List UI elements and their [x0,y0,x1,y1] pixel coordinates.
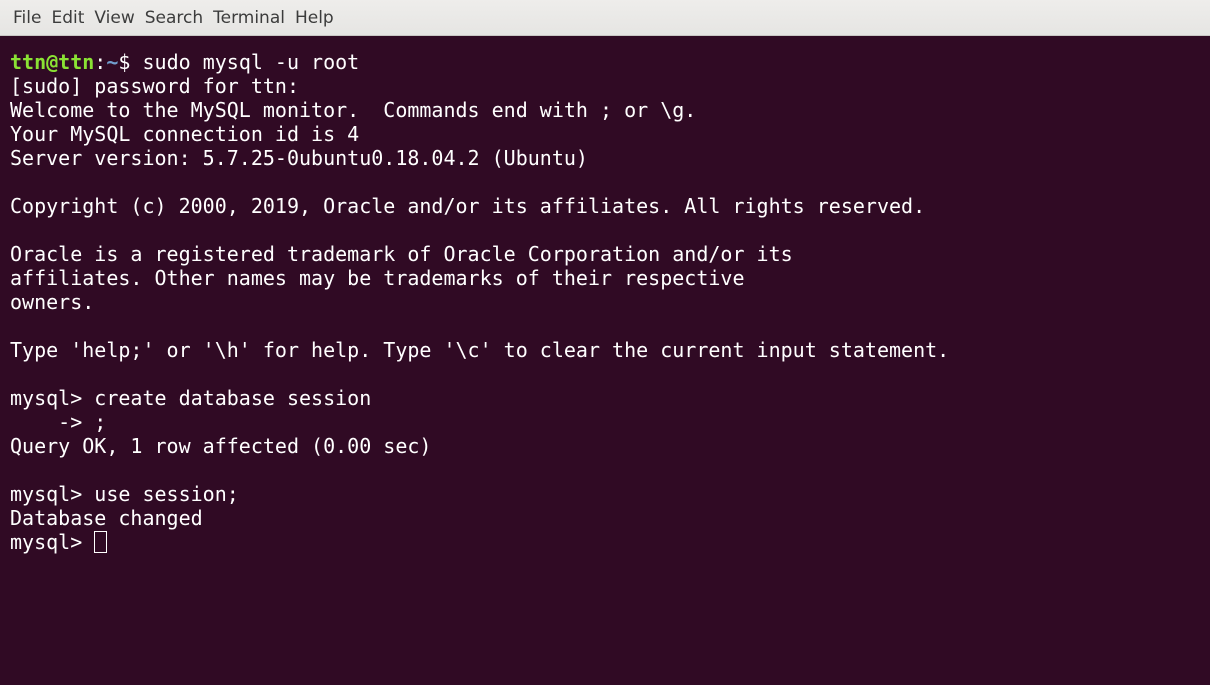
menu-help[interactable]: Help [290,4,339,32]
prompt-path: ~ [106,50,119,74]
terminal-line: owners. [10,290,95,314]
prompt-symbol: $ [118,50,143,74]
terminal-line: [sudo] password for ttn: [10,74,299,98]
terminal-line: Server version: 5.7.25-0ubuntu0.18.04.2 … [10,146,588,170]
mysql-input-line[interactable]: mysql> [10,530,1210,554]
terminal-line: mysql> create database session [10,386,372,410]
text-cursor [94,531,108,553]
terminal-line: Oracle is a registered trademark of Orac… [10,242,793,266]
terminal-window: File Edit View Search Terminal Help ttn@… [0,0,1210,685]
menu-file[interactable]: File [8,4,46,32]
shell-command: sudo mysql -u root [142,50,360,74]
terminal-line: -> ; [10,410,107,434]
menu-edit[interactable]: Edit [46,4,89,32]
terminal-output[interactable]: ttn@ttn:~$ sudo mysql -u root [sudo] pas… [0,36,1210,685]
prompt-colon: : [94,50,107,74]
prompt-user-host: ttn@ttn [10,50,95,74]
menu-view[interactable]: View [89,4,139,32]
terminal-line: mysql> use session; [10,482,239,506]
terminal-line: affiliates. Other names may be trademark… [10,266,745,290]
terminal-line: Welcome to the MySQL monitor. Commands e… [10,98,697,122]
terminal-line: Your MySQL connection id is 4 [10,122,360,146]
terminal-line: Database changed [10,506,203,530]
terminal-line: Query OK, 1 row affected (0.00 sec) [10,434,432,458]
terminal-line: Type 'help;' or '\h' for help. Type '\c'… [10,338,950,362]
menu-search[interactable]: Search [140,4,208,32]
terminal-line: Copyright (c) 2000, 2019, Oracle and/or … [10,194,926,218]
menu-terminal[interactable]: Terminal [208,4,290,32]
shell-prompt-line: ttn@ttn:~$ sudo mysql -u root [10,50,1210,74]
menu-bar: File Edit View Search Terminal Help [0,0,1210,36]
mysql-prompt: mysql> [10,530,95,554]
